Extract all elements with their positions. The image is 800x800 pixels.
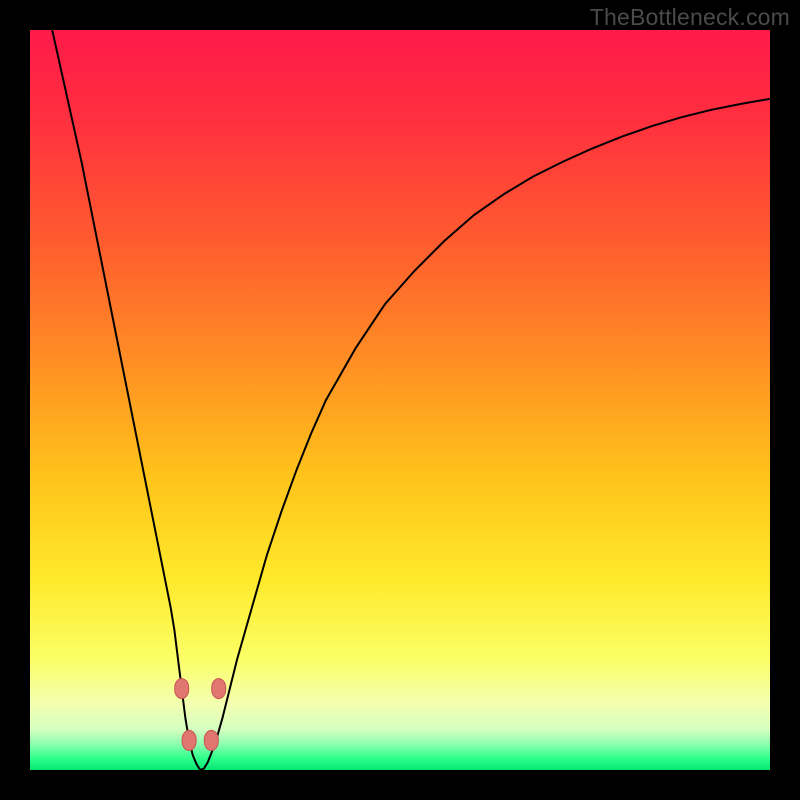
curve-marker [204, 730, 218, 750]
curve-marker [212, 679, 226, 699]
bottleneck-chart [30, 30, 770, 770]
plot-area [30, 30, 770, 770]
curve-marker [182, 730, 196, 750]
outer-frame: TheBottleneck.com [0, 0, 800, 800]
watermark-text: TheBottleneck.com [590, 4, 790, 31]
curve-marker [175, 679, 189, 699]
gradient-background [30, 30, 770, 770]
